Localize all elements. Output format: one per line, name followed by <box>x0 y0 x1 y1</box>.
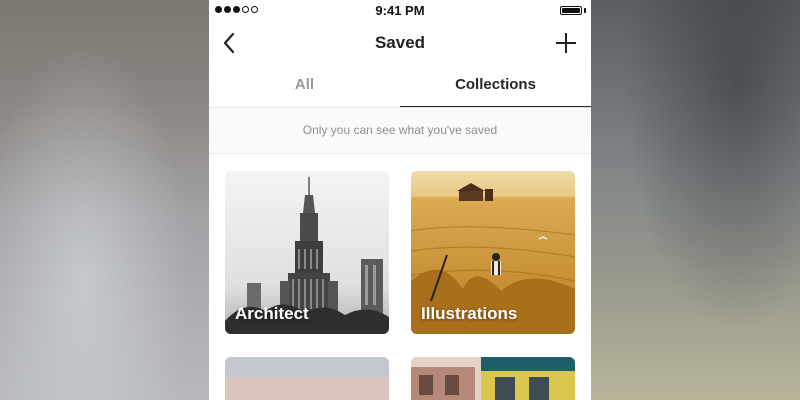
collection-card-architect[interactable]: Architect <box>225 171 389 334</box>
battery-fill <box>562 8 580 13</box>
blurred-background-left <box>0 0 209 400</box>
plus-icon <box>556 33 576 53</box>
privacy-notice: Only you can see what you've saved <box>209 108 591 154</box>
tab-bar: All Collections <box>209 66 591 108</box>
collection-card-illustrations[interactable]: Illustrations <box>411 171 575 334</box>
battery-tip <box>584 8 586 13</box>
collection-card[interactable] <box>225 357 389 400</box>
collections-grid: Architect Illustrations <box>209 154 591 400</box>
status-bar: 9:41 PM <box>209 0 591 22</box>
tab-collections[interactable]: Collections <box>400 66 591 107</box>
phone-screen: 9:41 PM Saved All Collections Only you c… <box>209 0 591 400</box>
add-collection-button[interactable] <box>553 30 579 56</box>
battery-icon <box>560 6 582 15</box>
collection-label: Architect <box>235 304 309 323</box>
blurred-background-right <box>591 0 800 400</box>
navigation-bar: Saved <box>209 22 591 66</box>
page-title: Saved <box>374 33 426 52</box>
houses-photo <box>411 357 575 400</box>
collection-card[interactable] <box>411 357 575 400</box>
tab-all[interactable]: All <box>209 66 400 106</box>
sky-photo <box>225 357 389 400</box>
collection-label: Illustrations <box>421 304 518 323</box>
status-time: 9:41 PM <box>375 3 425 18</box>
